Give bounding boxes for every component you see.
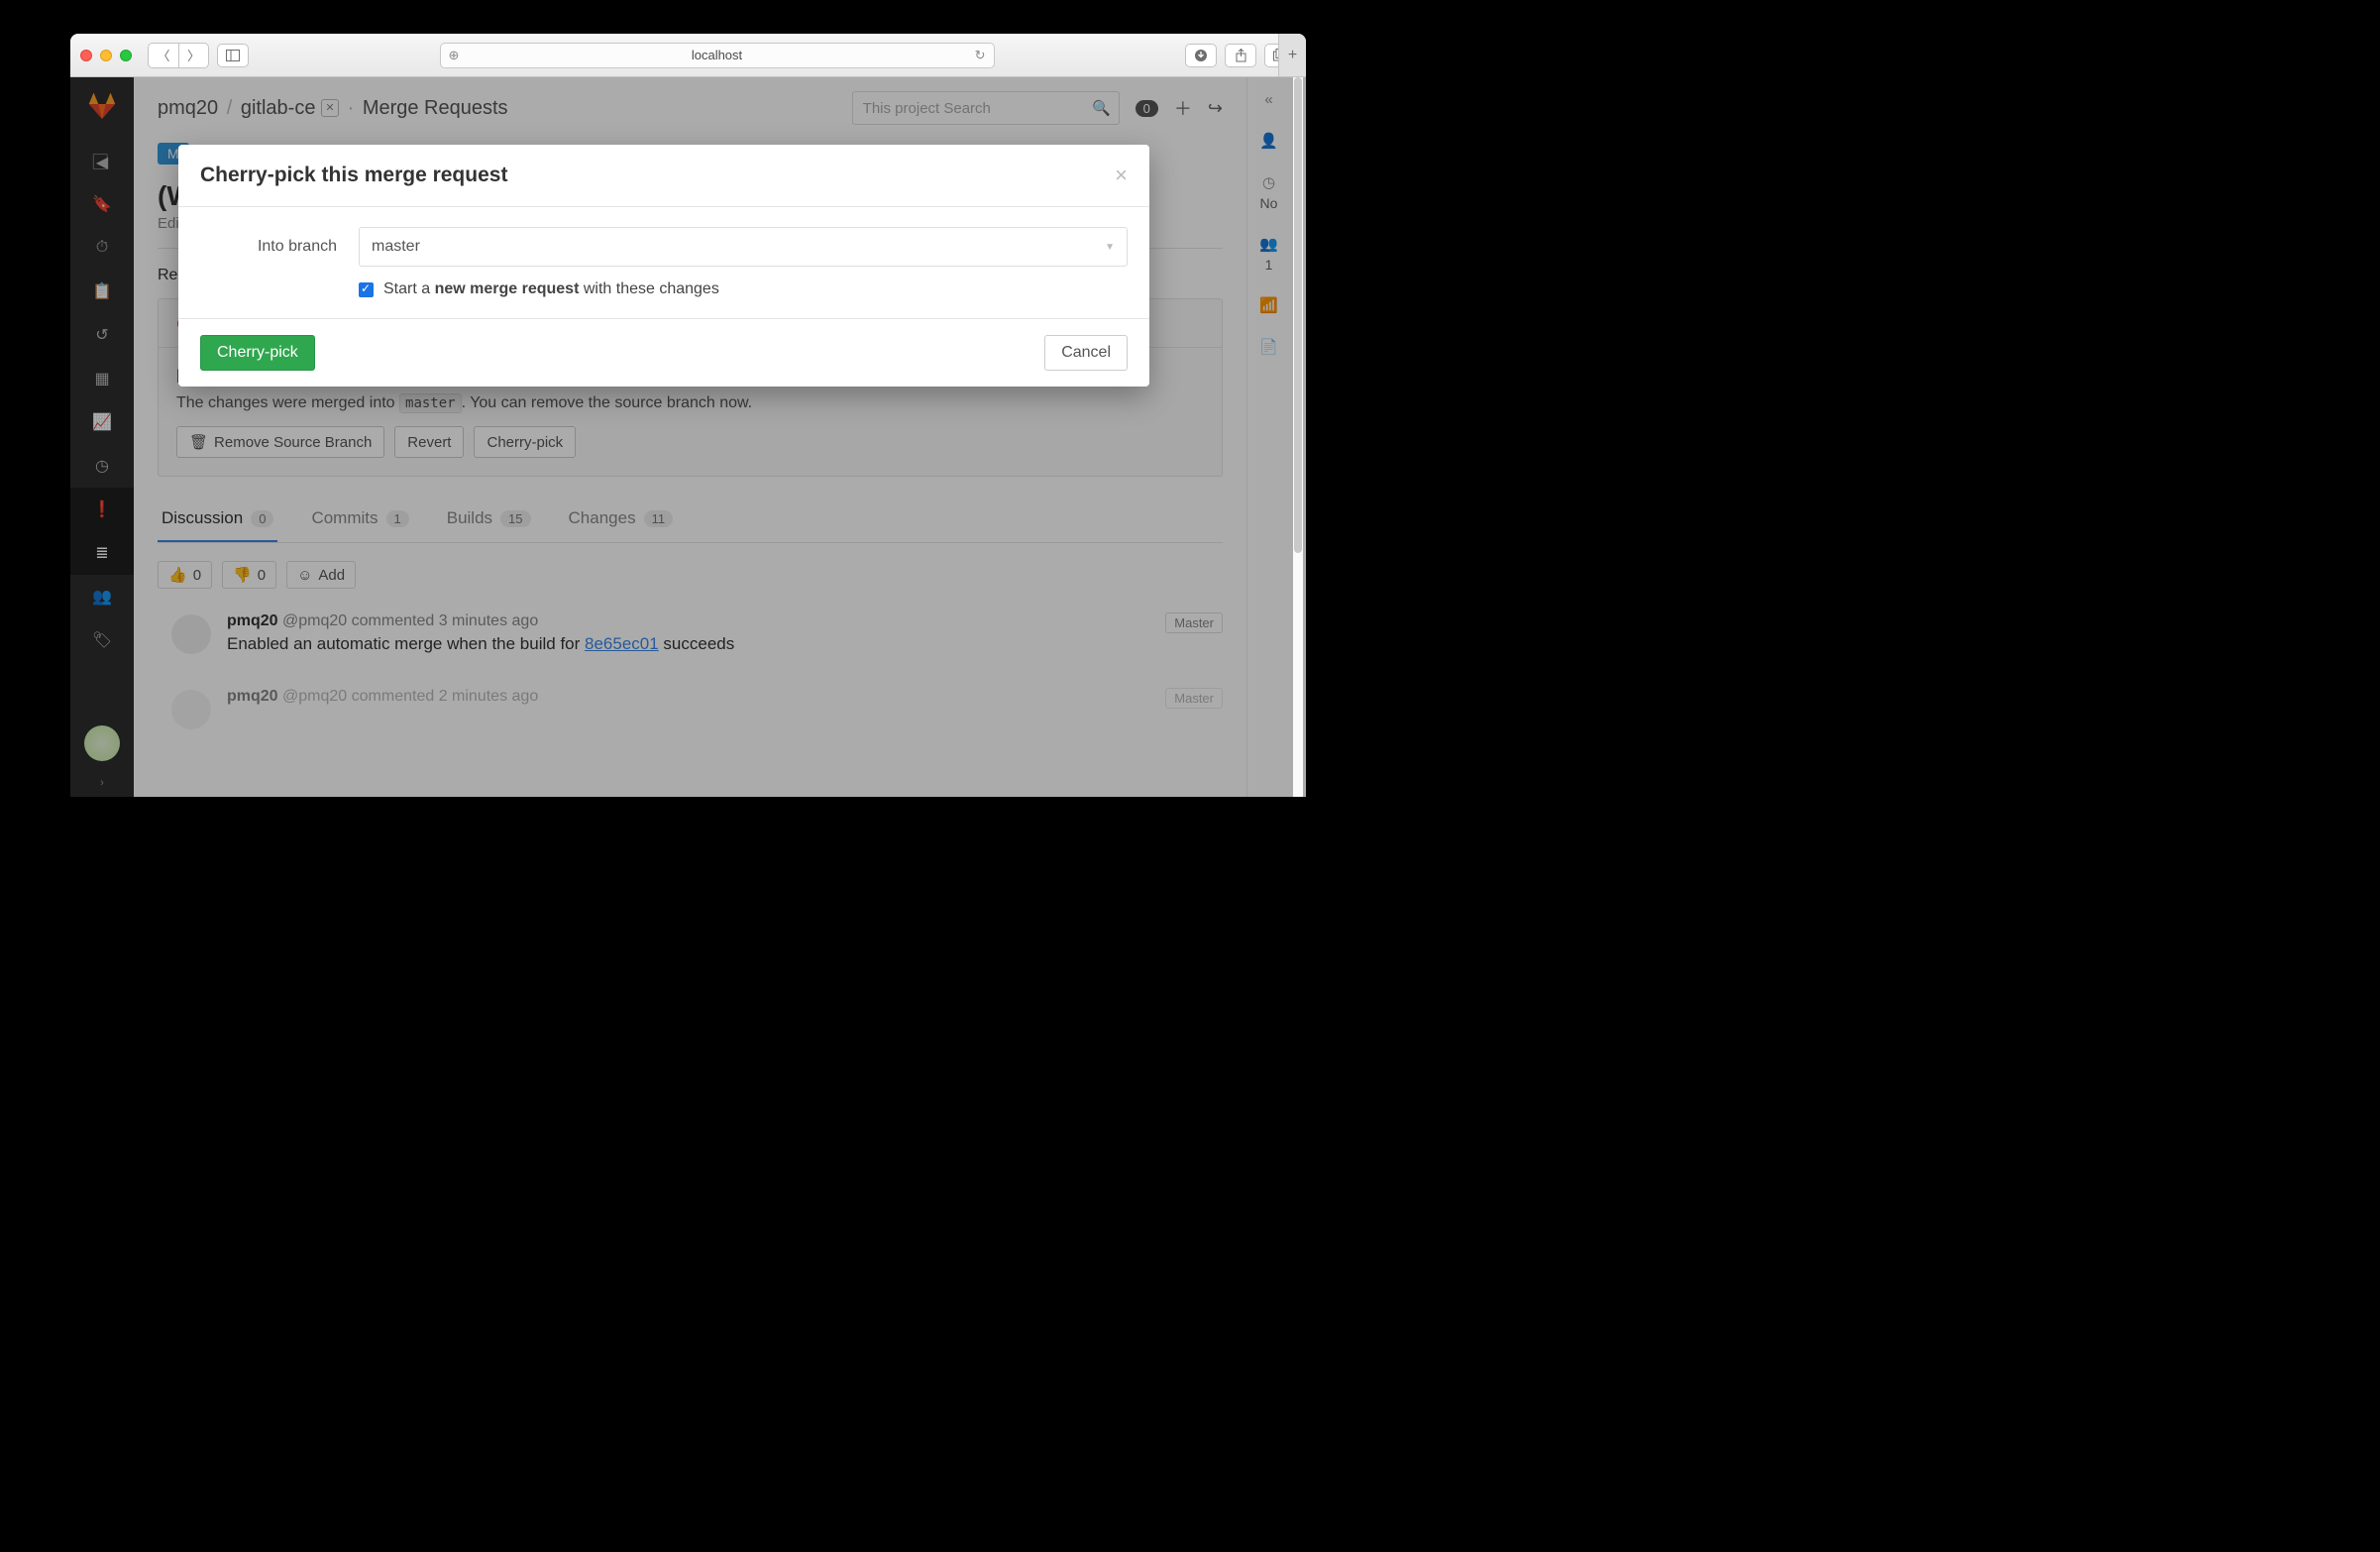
scrollbar-track[interactable] — [1293, 77, 1303, 797]
share-button[interactable] — [1225, 44, 1256, 67]
branch-select-value: master — [372, 238, 420, 256]
cancel-button[interactable]: Cancel — [1044, 335, 1128, 371]
sidebar-toggle-button[interactable] — [217, 44, 249, 67]
minimize-window-icon[interactable] — [100, 50, 112, 61]
address-text: localhost — [692, 48, 742, 62]
chevron-down-icon: ▼ — [1105, 242, 1115, 253]
new-tab-button[interactable]: + — [1278, 34, 1306, 76]
cherry-pick-submit-button[interactable]: Cherry-pick — [200, 335, 315, 371]
modal-title: Cherry-pick this merge request — [200, 164, 507, 187]
cherry-pick-modal: Cherry-pick this merge request × Into br… — [178, 145, 1149, 387]
start-new-mr-checkbox[interactable] — [359, 282, 374, 297]
maximize-window-icon[interactable] — [120, 50, 132, 61]
close-window-icon[interactable] — [80, 50, 92, 61]
into-branch-label: Into branch — [200, 238, 337, 256]
reload-icon[interactable]: ↻ — [975, 48, 986, 63]
site-settings-icon[interactable]: ⊕ — [449, 48, 460, 63]
scrollbar-thumb[interactable] — [1294, 77, 1302, 553]
branch-select[interactable]: master ▼ — [359, 227, 1128, 267]
browser-toolbar: 〈 〉 ⊕ localhost ↻ + — [70, 34, 1306, 77]
start-new-mr-label[interactable]: Start a new merge request with these cha… — [383, 280, 719, 298]
forward-button[interactable]: 〉 — [178, 44, 208, 67]
traffic-lights — [80, 50, 132, 61]
close-icon[interactable]: × — [1115, 163, 1128, 188]
address-bar[interactable]: ⊕ localhost ↻ — [440, 43, 995, 68]
back-button[interactable]: 〈 — [149, 44, 178, 67]
downloads-button[interactable] — [1185, 44, 1217, 67]
